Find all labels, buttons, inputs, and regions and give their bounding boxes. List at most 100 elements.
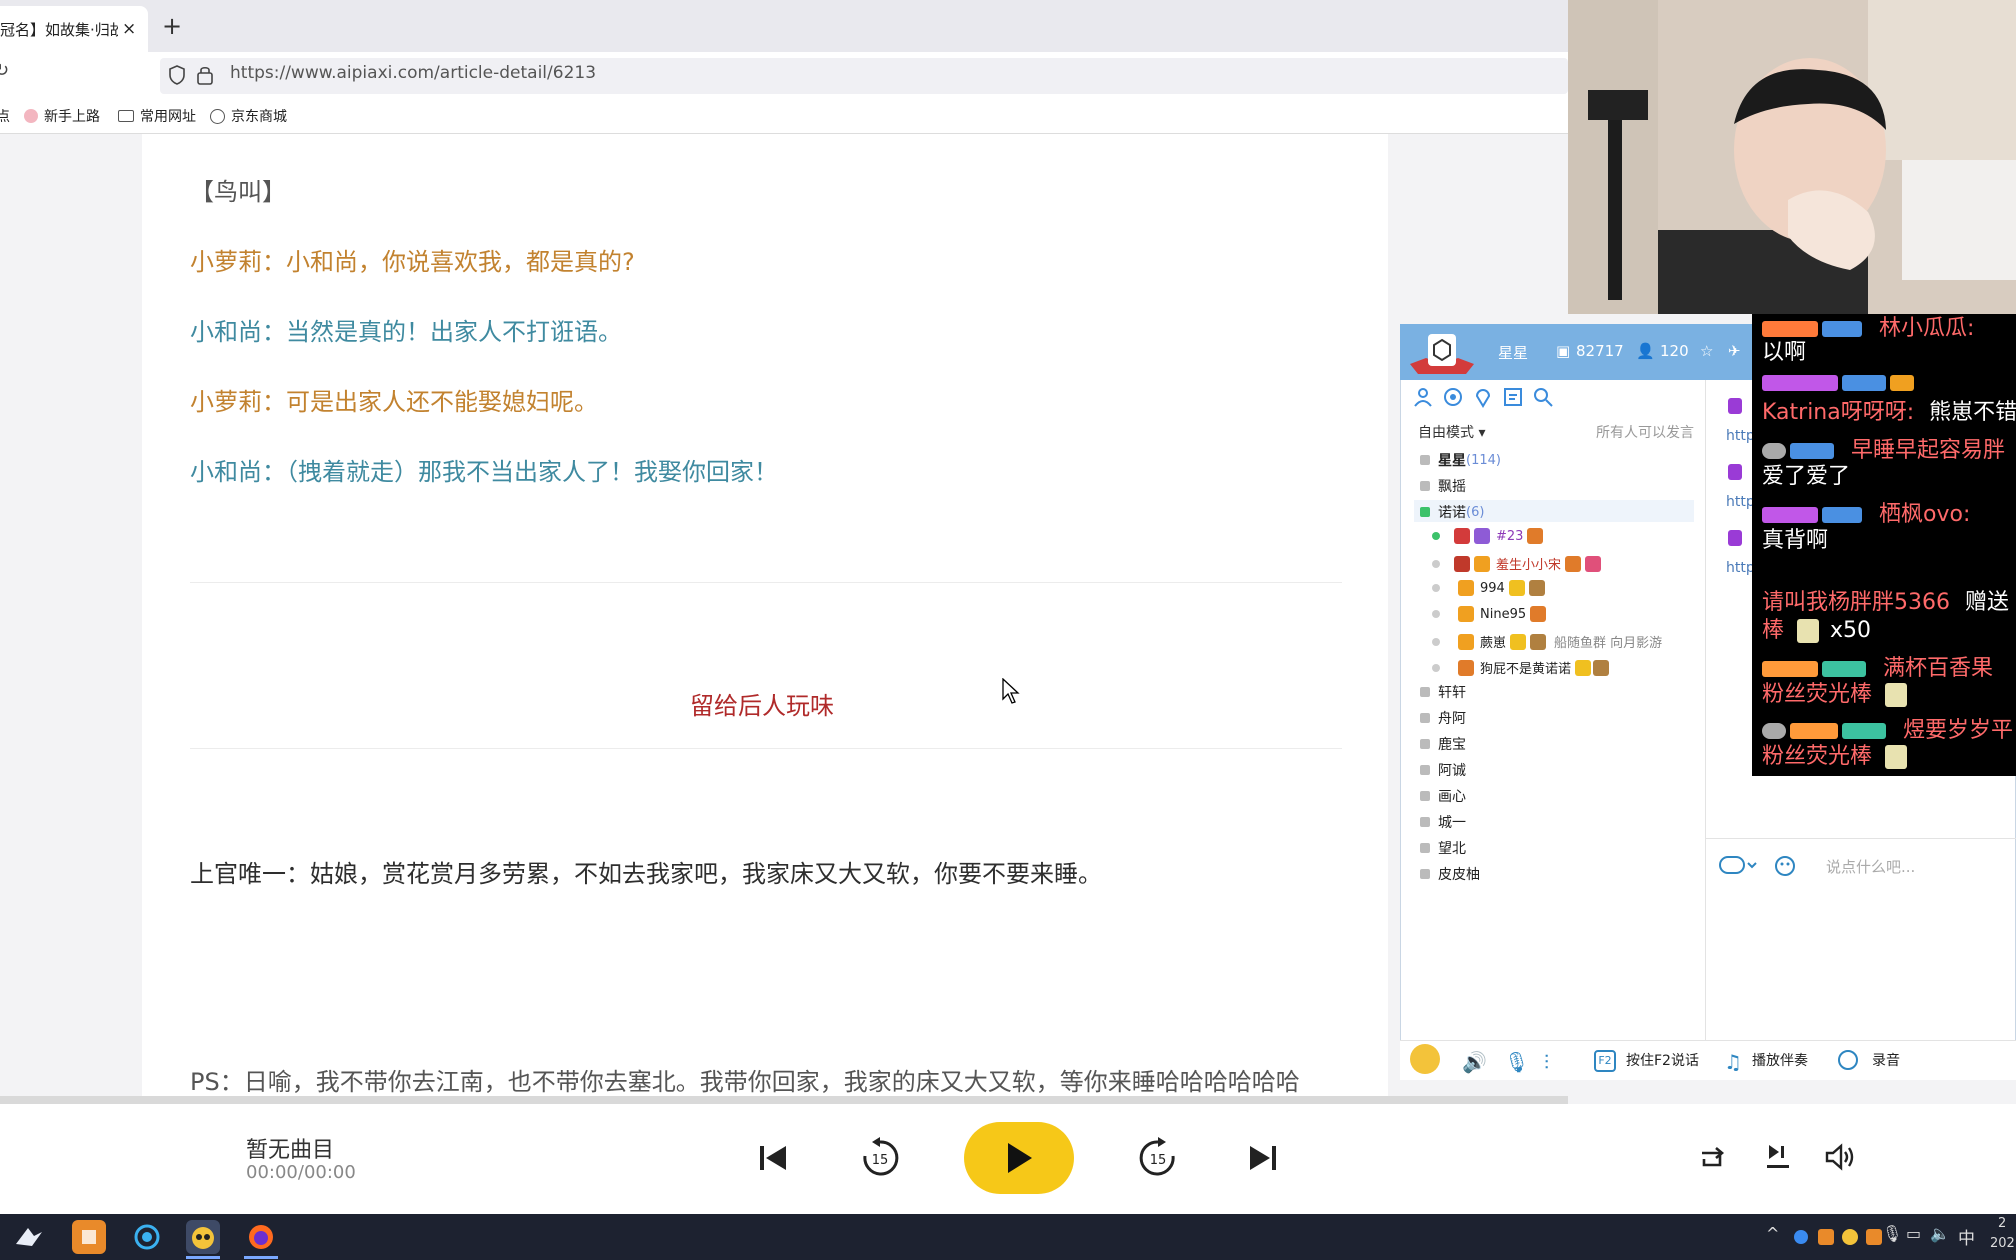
- article-line: 小萝莉：小和尚，你说喜欢我，都是真的?: [190, 248, 635, 276]
- lock-icon: [1420, 481, 1430, 491]
- level-badge-icon: [1822, 321, 1862, 337]
- speak-mode-dropdown[interactable]: 自由模式 ▾: [1418, 422, 1485, 442]
- notice-icon[interactable]: [1502, 386, 1524, 408]
- tray-app-icon[interactable]: [1818, 1229, 1834, 1245]
- member-item[interactable]: 狗屁不是黄诺诺: [1432, 658, 1610, 677]
- microphone-icon[interactable]: 🎙: [1882, 1224, 1902, 1243]
- member-item[interactable]: #23: [1432, 528, 1544, 544]
- online-count: 120: [1660, 342, 1689, 360]
- bookmark-item[interactable]: 点: [0, 106, 10, 126]
- channel-item[interactable]: 阿诚: [1420, 760, 1466, 780]
- member-item[interactable]: 994: [1432, 580, 1545, 596]
- crown-icon: [1565, 555, 1582, 572]
- channel-item[interactable]: 飘摇: [1420, 476, 1466, 496]
- taskbar-start-icon[interactable]: [12, 1220, 46, 1254]
- microphone-icon[interactable]: 🎙: [1504, 1050, 1529, 1074]
- taskbar-app-icon[interactable]: [130, 1220, 164, 1254]
- public-chat-link[interactable]: http: [1726, 560, 1755, 576]
- rewind-icon: 15: [863, 1137, 899, 1176]
- record-icon[interactable]: [1838, 1050, 1858, 1070]
- svg-text:15: 15: [872, 1153, 889, 1168]
- vip-badge-icon: [1474, 528, 1490, 544]
- channel-item[interactable]: 诺诺 (6): [1420, 502, 1484, 522]
- channel-item[interactable]: 城一: [1420, 812, 1466, 832]
- yy-mascot-icon[interactable]: [1410, 1044, 1440, 1074]
- article-line: 小萝莉：可是出家人还不能娶媳妇呢。: [190, 388, 598, 416]
- bookmark-item[interactable]: 新手上路: [24, 106, 100, 126]
- previous-track-button[interactable]: [756, 1140, 792, 1176]
- channel-item[interactable]: 画心: [1420, 786, 1466, 806]
- repeat-button[interactable]: [1696, 1142, 1728, 1174]
- gift-icon: [1458, 659, 1474, 676]
- share-icon[interactable]: ✈: [1728, 342, 1741, 360]
- network-icon[interactable]: ▭: [1906, 1224, 1921, 1243]
- member-item[interactable]: Nine95: [1432, 606, 1547, 622]
- channel-item[interactable]: 星星 (114): [1420, 450, 1501, 470]
- favorite-icon[interactable]: ☆: [1700, 342, 1713, 360]
- member-item[interactable]: 蕨崽 船随鱼群 向月影游: [1432, 632, 1662, 651]
- playlist-button[interactable]: [1760, 1140, 1794, 1174]
- rewind-15-button[interactable]: 15: [858, 1136, 902, 1180]
- firefox-icon[interactable]: [244, 1220, 278, 1254]
- reload-icon[interactable]: ↻: [0, 60, 9, 81]
- active-channel-icon: [1420, 507, 1430, 517]
- volume-button[interactable]: [1822, 1140, 1858, 1174]
- bookmark-item[interactable]: 常用网址: [118, 106, 196, 126]
- lock-icon[interactable]: [196, 65, 214, 85]
- voice-toolbar: [1400, 1040, 2016, 1080]
- record-button[interactable]: 录音: [1872, 1050, 1900, 1070]
- article-line: 小和尚：（拽着就走）那我不当出家人了！我娶你回家！: [190, 458, 778, 486]
- chat-input[interactable]: 说点什么吧...: [1826, 856, 1915, 877]
- folder-icon: [118, 110, 134, 122]
- shield-icon[interactable]: [168, 65, 186, 85]
- push-to-talk-button[interactable]: 按住F2说话: [1626, 1050, 1699, 1070]
- level-badge-icon: [1790, 443, 1834, 459]
- tray-expand-icon[interactable]: ^: [1766, 1224, 1779, 1243]
- tab-close-icon[interactable]: ×: [122, 19, 136, 39]
- divider: [190, 748, 1342, 749]
- taskbar-yy-icon[interactable]: [186, 1220, 220, 1254]
- mouse-cursor-icon: [1002, 678, 1020, 704]
- public-chat-link[interactable]: http: [1726, 494, 1755, 510]
- music-icon[interactable]: ♫: [1724, 1050, 1742, 1074]
- url-text[interactable]: https://www.aipiaxi.com/article-detail/6…: [230, 63, 596, 83]
- next-track-button[interactable]: [1244, 1140, 1280, 1176]
- accompany-button[interactable]: 播放伴奏: [1752, 1050, 1808, 1070]
- bookmark-item[interactable]: 京东商城: [210, 106, 287, 126]
- tray-app-icon[interactable]: [1866, 1229, 1882, 1245]
- speaker-icon[interactable]: 🔈: [1930, 1224, 1950, 1243]
- emoji-icon[interactable]: [1774, 854, 1798, 882]
- article-line: 小和尚：当然是真的！出家人不打诳语。: [190, 318, 622, 346]
- tray-yy-icon[interactable]: [1842, 1229, 1858, 1245]
- new-tab-button[interactable]: +: [162, 12, 182, 40]
- clock-time[interactable]: 2: [1998, 1216, 2006, 1231]
- horizontal-scrollbar[interactable]: [0, 1096, 1568, 1104]
- refresh-icon[interactable]: [1442, 386, 1464, 408]
- tray-app-icon[interactable]: [1794, 1230, 1808, 1244]
- emoji-game-icon[interactable]: [1718, 852, 1758, 882]
- taskbar-app-icon[interactable]: [72, 1220, 106, 1254]
- crown-icon: [1508, 580, 1525, 596]
- location-icon[interactable]: [1472, 386, 1494, 408]
- tab-title: 冠名】如故集·归故里: [0, 20, 118, 39]
- channel-item[interactable]: 望北: [1420, 838, 1466, 858]
- lock-icon: [1420, 869, 1430, 879]
- forward-15-button[interactable]: 15: [1136, 1136, 1180, 1180]
- panel-divider: [1705, 380, 1706, 1040]
- play-button[interactable]: [964, 1122, 1074, 1194]
- channel-item[interactable]: 皮皮柚: [1420, 864, 1480, 884]
- channel-item[interactable]: 舟阿: [1420, 708, 1466, 728]
- channel-item[interactable]: 轩轩: [1420, 682, 1466, 702]
- member-item[interactable]: 羞生小小宋: [1432, 554, 1602, 573]
- channel-item[interactable]: 鹿宝: [1420, 734, 1466, 754]
- ime-indicator[interactable]: 中: [1958, 1224, 1975, 1249]
- f2-key-icon[interactable]: F2: [1594, 1050, 1616, 1072]
- speaker-icon[interactable]: 🔊: [1462, 1050, 1487, 1074]
- clock-date[interactable]: 202: [1990, 1236, 2015, 1251]
- mixer-icon[interactable]: ⫶: [1544, 1050, 1549, 1074]
- user-icon[interactable]: [1412, 386, 1434, 408]
- heart-badge-icon: [1585, 555, 1602, 572]
- public-chat-link[interactable]: http: [1726, 428, 1755, 444]
- search-icon[interactable]: [1532, 386, 1554, 408]
- browser-tab[interactable]: 冠名】如故集·归故里 ×: [0, 6, 148, 52]
